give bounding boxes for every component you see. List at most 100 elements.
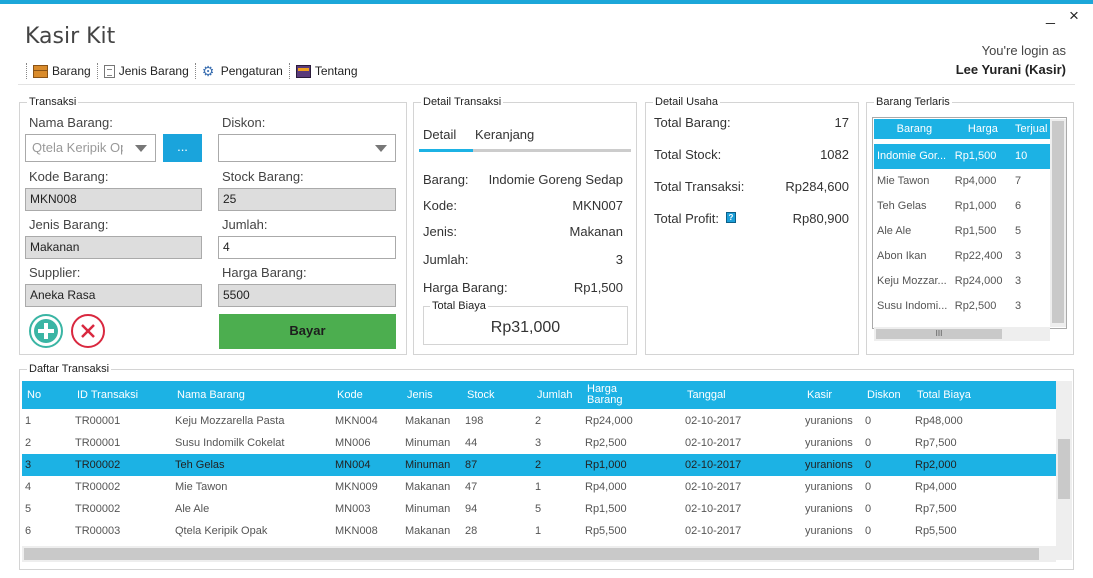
cell-no: 5 (25, 503, 32, 515)
chevron-down-icon (135, 145, 147, 152)
nama-barang-value: Qtela Keripik Opak (32, 140, 142, 155)
vertical-scrollbar[interactable] (1056, 381, 1072, 560)
table-row[interactable]: 4 TR00002 Mie Tawon MKN009 Makanan 47 1 … (22, 476, 1056, 498)
column-header[interactable]: Harga Barang (587, 384, 637, 406)
column-header[interactable]: Diskon (867, 381, 901, 409)
column-header[interactable]: Kode (337, 381, 363, 409)
table-row[interactable]: Ale Ale Rp1,500 5 (874, 219, 1050, 244)
usaha-label-total-stock: Total Stock: (654, 147, 722, 162)
menu-item-pengaturan[interactable]: ⚙ Pengaturan (200, 64, 285, 79)
cell-harga: Rp24,000 (954, 275, 1003, 287)
cell-jenis: Minuman (405, 503, 451, 515)
bayar-button[interactable]: Bayar (219, 314, 396, 349)
table-row[interactable]: 2 TR00001 Susu Indomilk Cokelat MN006 Mi… (22, 432, 1056, 454)
table-row[interactable]: Abon Ikan Rp22,400 3 (874, 244, 1050, 269)
column-header[interactable]: Tanggal (687, 381, 726, 409)
cell-diskon: 0 (865, 459, 872, 471)
cell-harga: Rp1,500 (585, 503, 627, 515)
menu-separator (194, 63, 196, 79)
cell-stock: 47 (465, 481, 478, 493)
add-button[interactable] (29, 314, 63, 348)
cell-kasir: yuranions (805, 503, 853, 515)
cancel-button[interactable] (71, 314, 105, 348)
cell-nama: Qtela Keripik Opak (175, 525, 268, 537)
scrollbar-thumb[interactable] (1058, 439, 1070, 499)
cell-tanggal: 02-10-2017 (685, 503, 742, 515)
column-header[interactable]: ID Transaksi (77, 381, 138, 409)
usaha-label-total-transaksi: Total Transaksi: (654, 179, 745, 194)
table-row[interactable]: Teh Gelas Rp1,000 6 (874, 194, 1050, 219)
menu-item-barang[interactable]: Barang (31, 64, 93, 78)
tab-detail[interactable]: Detail (423, 127, 456, 142)
scrollbar-thumb[interactable] (1052, 121, 1064, 323)
column-header[interactable]: Stock (467, 381, 495, 409)
scrollbar-thumb[interactable]: III (876, 329, 1002, 339)
column-header[interactable]: Jenis (407, 381, 433, 409)
cell-no: 1 (25, 415, 32, 427)
table-row[interactable]: Mie Tawon Rp4,000 7 (874, 169, 1050, 194)
detail-value-kode: MKN007 (572, 198, 623, 213)
detail-transaksi-legend: Detail Transaksi (423, 96, 502, 108)
cell-terjual: 10 (1015, 150, 1028, 162)
cell-diskon: 0 (865, 525, 872, 537)
cell-harga: Rp5,500 (585, 525, 627, 537)
table-row[interactable]: 6 TR00003 Qtela Keripik Opak MKN008 Maka… (22, 520, 1056, 542)
table-row[interactable]: 5 TR00002 Ale Ale MN003 Minuman 94 5 Rp1… (22, 498, 1056, 520)
scrollbar-thumb[interactable] (24, 548, 1039, 560)
menu-item-label: Tentang (314, 64, 358, 78)
cell-diskon: 0 (865, 481, 872, 493)
cell-total: Rp7,500 (915, 503, 957, 515)
column-header[interactable]: Terjual (1011, 119, 1050, 139)
supplier-field: Aneka Rasa (25, 284, 202, 307)
cell-id: TR00001 (75, 415, 121, 427)
nama-barang-combo[interactable]: Qtela Keripik Opak (25, 134, 156, 162)
cell-jenis: Makanan (405, 525, 451, 537)
cell-total: Rp4,000 (915, 481, 957, 493)
detail-label-kode: Kode: (423, 198, 457, 213)
cell-diskon: 0 (865, 503, 872, 515)
tab-keranjang[interactable]: Keranjang (475, 127, 534, 142)
cell-terjual: 3 (1015, 250, 1022, 262)
detail-value-harga: Rp1,500 (573, 280, 623, 295)
cell-harga: Rp2,500 (585, 437, 627, 449)
jumlah-input[interactable]: 4 (218, 236, 396, 259)
column-header[interactable]: Kasir (807, 381, 832, 409)
cell-stock: 87 (465, 459, 478, 471)
table-row[interactable]: Indomie Gor... Rp1,500 10 (874, 144, 1050, 169)
cell-jumlah: 1 (535, 481, 542, 493)
menu-separator (288, 63, 290, 79)
barang-terlaris-table: Barang Harga Terjual Indomie Gor... Rp1,… (874, 119, 1050, 327)
table-row-selected[interactable]: 3 TR00002 Teh Gelas MN004 Minuman 87 2 R… (22, 454, 1056, 476)
usaha-value-total-stock: 1082 (820, 147, 849, 162)
cell-nama: Teh Gelas (175, 459, 225, 471)
table-row[interactable]: 1 TR00001 Keju Mozzarella Pasta MKN004 M… (22, 410, 1056, 432)
detail-label-barang: Barang: (423, 172, 469, 187)
menu-item-tentang[interactable]: Tentang (294, 64, 360, 78)
menu-item-jenis-barang[interactable]: Jenis Barang (102, 64, 191, 78)
table-row[interactable]: Keju Mozzar... Rp24,000 3 (874, 269, 1050, 294)
column-header[interactable]: Nama Barang (177, 381, 245, 409)
horizontal-scrollbar[interactable]: III (874, 327, 1050, 341)
close-button[interactable]: × (1069, 6, 1079, 26)
card-icon (295, 64, 311, 78)
cell-no: 6 (25, 525, 32, 537)
column-header[interactable]: Harga (952, 119, 1011, 139)
diskon-combo[interactable] (218, 134, 396, 162)
column-header[interactable]: Total Biaya (917, 381, 971, 409)
horizontal-scrollbar[interactable] (22, 546, 1056, 562)
browse-button[interactable]: ... (163, 134, 202, 162)
cell-nama: Keju Mozzarella Pasta (175, 415, 285, 427)
cell-tanggal: 02-10-2017 (685, 415, 742, 427)
column-header[interactable]: Barang (874, 119, 952, 139)
vertical-scrollbar[interactable] (1050, 119, 1066, 327)
column-header[interactable]: Jumlah (537, 381, 572, 409)
total-biaya-label: Total Biaya (430, 300, 488, 312)
help-icon[interactable]: ? (726, 212, 736, 223)
cell-terjual: 3 (1015, 300, 1022, 312)
minimize-button[interactable]: _ (1046, 8, 1055, 26)
window-accent-bar (0, 0, 1093, 4)
column-header[interactable]: No (27, 381, 41, 409)
cell-jenis: Makanan (405, 481, 451, 493)
table-row[interactable]: Susu Indomi... Rp2,500 3 (874, 294, 1050, 319)
cell-terjual: 5 (1015, 225, 1022, 237)
